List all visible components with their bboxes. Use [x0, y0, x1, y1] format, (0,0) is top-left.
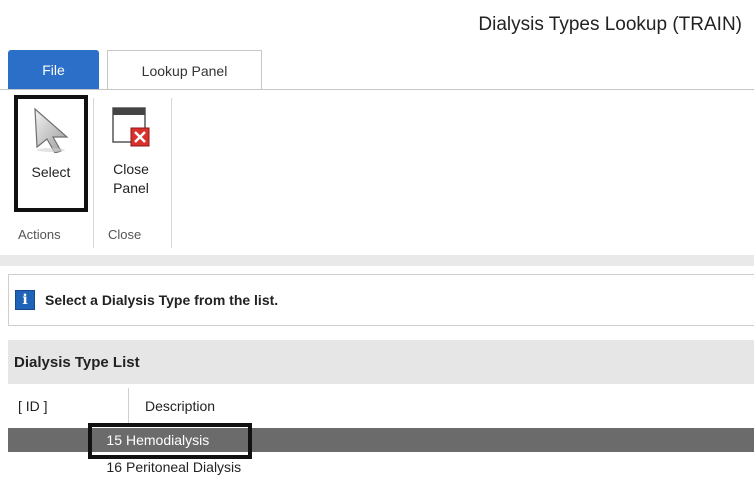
column-headers: [ ID ] Description	[8, 384, 754, 427]
info-message: Select a Dialysis Type from the list.	[45, 292, 279, 308]
column-separator[interactable]	[128, 388, 129, 426]
column-header-description[interactable]: Description	[145, 398, 215, 414]
close-panel-button[interactable]: Close Panel	[96, 96, 166, 216]
select-button-label: Select	[31, 164, 71, 180]
info-icon: i	[15, 290, 35, 310]
row-id: 16	[106, 459, 122, 475]
group-label-actions: Actions	[18, 227, 61, 242]
row-id: 15	[106, 432, 122, 448]
row-description: Hemodialysis	[126, 432, 210, 448]
cursor-arrow-icon	[34, 107, 69, 153]
window-title: Dialysis Types Lookup (TRAIN)	[478, 14, 742, 35]
ribbon-panel: Select Close Panel Actions Close	[0, 89, 754, 255]
close-panel-label-line1: Close	[113, 161, 149, 177]
group-label-close: Close	[108, 227, 142, 242]
group-separator	[171, 98, 172, 248]
close-panel-label-line2: Panel	[113, 180, 149, 196]
tab-file[interactable]: File	[8, 50, 99, 90]
table-row[interactable]: 15 Hemodialysis	[8, 428, 754, 452]
select-button[interactable]: Select	[14, 95, 88, 212]
list-title: Dialysis Type List	[8, 340, 754, 384]
row-description: Peritoneal Dialysis	[126, 459, 242, 475]
column-header-id[interactable]: [ ID ]	[18, 398, 48, 414]
table-row[interactable]: 16 Peritoneal Dialysis	[8, 455, 754, 479]
info-bar: i Select a Dialysis Type from the list.	[8, 274, 754, 326]
group-separator	[93, 98, 94, 248]
separator-band	[0, 255, 754, 266]
close-panel-icon	[112, 107, 150, 147]
tab-lookup-panel[interactable]: Lookup Panel	[107, 50, 262, 90]
